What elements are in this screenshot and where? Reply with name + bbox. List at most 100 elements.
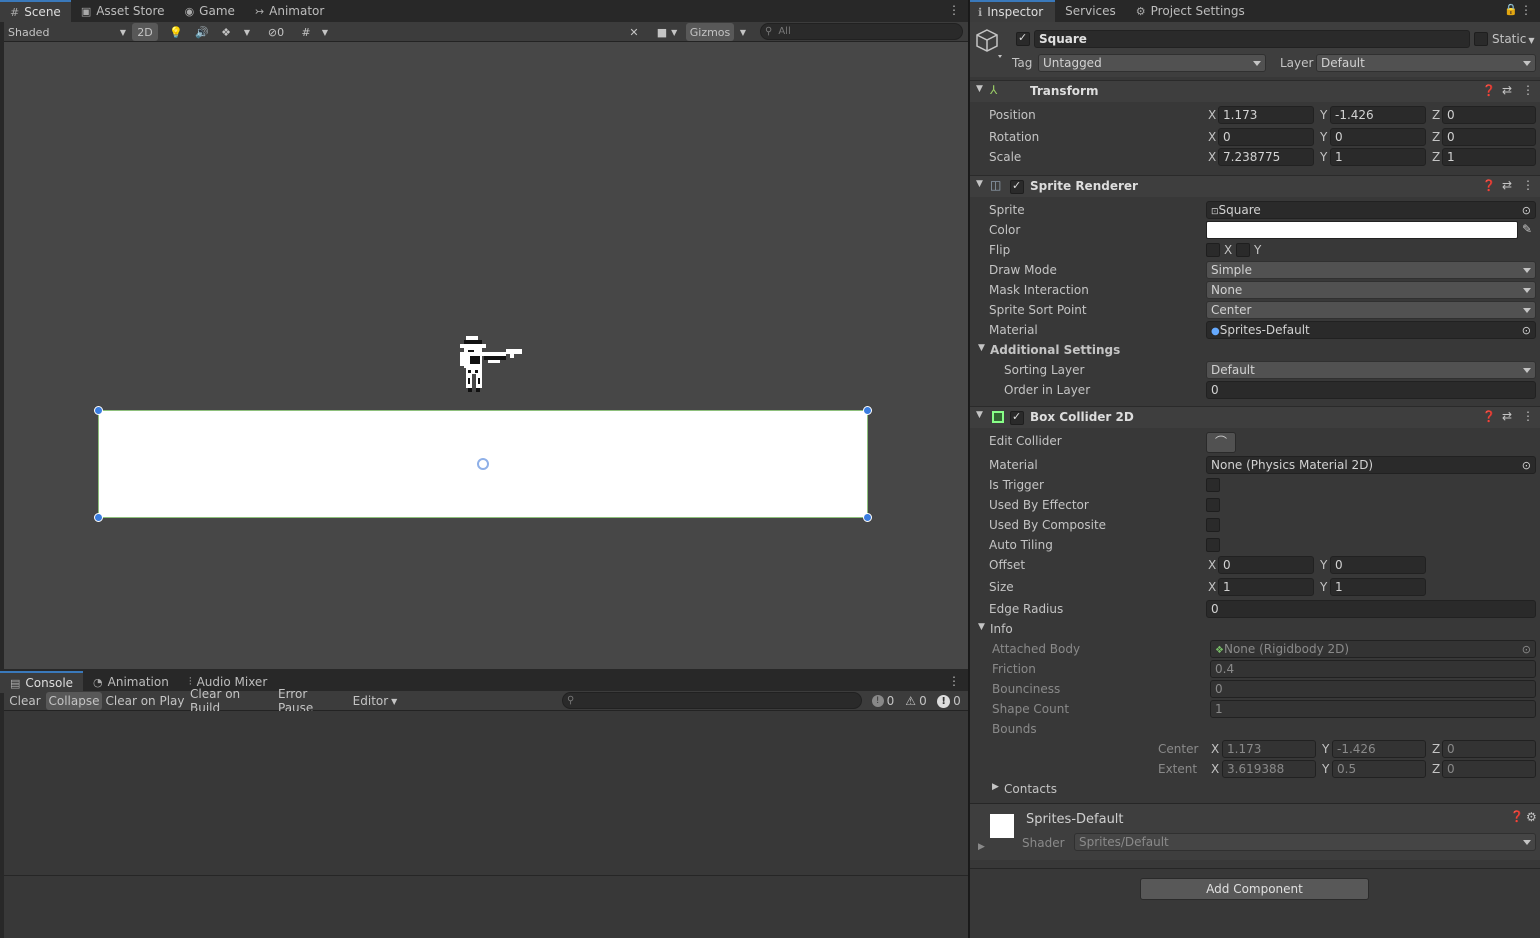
foldout-arrow-right-icon[interactable]: ▶ bbox=[992, 782, 999, 792]
more-options-icon[interactable]: ⋮ bbox=[948, 674, 960, 688]
tab-inspector[interactable]: ℹ Inspector bbox=[970, 0, 1056, 22]
clear-on-build-button[interactable]: Clear on Build bbox=[190, 687, 274, 715]
component-enabled-checkbox[interactable] bbox=[1010, 410, 1024, 425]
more-options-icon[interactable]: ⋮ bbox=[1522, 178, 1534, 192]
presets-icon[interactable]: ⇄ bbox=[1502, 178, 1512, 192]
clear-button[interactable]: Clear bbox=[6, 692, 44, 710]
physics-material-field[interactable]: None (Physics Material 2D) ⊙ bbox=[1206, 456, 1536, 474]
offset-x-field[interactable]: 0 bbox=[1218, 556, 1314, 574]
tab-project-settings[interactable]: ⚙ Project Settings bbox=[1126, 0, 1255, 22]
log-toggle[interactable]: ! 0 bbox=[868, 692, 898, 710]
tab-services[interactable]: Services bbox=[1055, 0, 1126, 22]
tab-scene[interactable]: # Scene bbox=[0, 0, 71, 22]
sprite-object-field[interactable]: ⊡Square ⊙ bbox=[1206, 201, 1536, 219]
position-z-field[interactable]: 0 bbox=[1442, 106, 1536, 124]
object-picker-icon[interactable]: ⊙ bbox=[1522, 459, 1531, 472]
editor-dropdown[interactable]: Editor ▼ bbox=[350, 692, 400, 710]
tag-dropdown[interactable]: Untagged bbox=[1038, 54, 1266, 72]
contacts-foldout[interactable]: Contacts bbox=[1004, 782, 1057, 796]
sprite-renderer-header[interactable]: ▼ ◫ Sprite Renderer ❓ ⇄ ⋮ bbox=[970, 175, 1540, 197]
mask-interaction-dropdown[interactable]: None bbox=[1206, 281, 1536, 299]
tab-animation[interactable]: ◔ Animation bbox=[83, 671, 179, 693]
additional-settings-foldout[interactable]: Additional Settings bbox=[990, 343, 1120, 357]
rect-handle-bottom-left[interactable] bbox=[94, 513, 103, 522]
add-component-button[interactable]: Add Component bbox=[1140, 878, 1369, 900]
position-y-field[interactable]: -1.426 bbox=[1330, 106, 1426, 124]
scale-x-field[interactable]: 7.238775 bbox=[1218, 148, 1314, 166]
collapse-button[interactable]: Collapse bbox=[46, 692, 102, 710]
more-options-icon[interactable]: ⋮ bbox=[1520, 3, 1532, 17]
material-object-field[interactable]: ●Sprites-Default ⊙ bbox=[1206, 321, 1536, 339]
error-pause-button[interactable]: Error Pause bbox=[278, 687, 346, 715]
foldout-arrow-icon[interactable]: ▼ bbox=[976, 179, 983, 189]
gameobject-cube-icon[interactable] bbox=[976, 28, 1004, 58]
rotation-y-field[interactable]: 0 bbox=[1330, 128, 1426, 146]
foldout-arrow-icon[interactable]: ▼ bbox=[976, 410, 983, 420]
box-collider-header[interactable]: ▼ Box Collider 2D ❓ ⇄ ⋮ bbox=[970, 406, 1540, 428]
lighting-icon[interactable]: 💡 bbox=[166, 23, 186, 41]
static-checkbox[interactable] bbox=[1474, 32, 1488, 46]
rotation-x-field[interactable]: 0 bbox=[1218, 128, 1314, 146]
camera-dropdown[interactable]: ■ ▼ bbox=[650, 23, 684, 41]
gizmos-button[interactable]: Gizmos bbox=[686, 23, 734, 41]
more-options-icon[interactable]: ⋮ bbox=[948, 3, 960, 17]
scale-y-field[interactable]: 1 bbox=[1330, 148, 1426, 166]
rect-handle-top-left[interactable] bbox=[94, 406, 103, 415]
sorting-layer-dropdown[interactable]: Default bbox=[1206, 361, 1536, 379]
rotation-z-field[interactable]: 0 bbox=[1442, 128, 1536, 146]
eyedropper-icon[interactable]: ✎ bbox=[1522, 222, 1532, 236]
size-x-field[interactable]: 1 bbox=[1218, 578, 1314, 596]
object-name-input[interactable]: Square bbox=[1034, 30, 1470, 48]
foldout-arrow-icon[interactable]: ▼ bbox=[976, 84, 983, 94]
error-toggle[interactable]: ! 0 bbox=[934, 692, 964, 710]
is-trigger-checkbox[interactable] bbox=[1206, 478, 1220, 492]
foldout-arrow-icon[interactable]: ▼ bbox=[978, 343, 985, 353]
layer-dropdown[interactable]: Default bbox=[1316, 54, 1536, 72]
pivot-handle[interactable] bbox=[477, 458, 489, 470]
more-options-icon[interactable]: ⋮ bbox=[1522, 409, 1534, 423]
warning-toggle[interactable]: ⚠ 0 bbox=[902, 692, 930, 710]
grid-icon[interactable]: # bbox=[296, 23, 316, 41]
tab-game[interactable]: ◉ Game bbox=[175, 0, 245, 22]
presets-icon[interactable]: ⇄ bbox=[1502, 409, 1512, 423]
tab-asset-store[interactable]: ▣ Asset Store bbox=[71, 0, 175, 22]
audio-icon[interactable]: 🔊 bbox=[192, 23, 212, 41]
offset-y-field[interactable]: 0 bbox=[1330, 556, 1426, 574]
scene-viewport[interactable] bbox=[4, 42, 968, 669]
tab-animator[interactable]: ↣ Animator bbox=[245, 0, 334, 22]
object-picker-icon[interactable]: ⊙ bbox=[1522, 204, 1531, 217]
gear-icon[interactable]: ⚙ bbox=[1526, 810, 1537, 824]
hidden-objects-toggle[interactable]: ⊘ 0 bbox=[260, 23, 292, 41]
size-y-field[interactable]: 1 bbox=[1330, 578, 1426, 596]
clear-on-play-button[interactable]: Clear on Play bbox=[104, 692, 186, 710]
console-log-list[interactable] bbox=[4, 711, 968, 875]
lock-icon[interactable]: 🔒 bbox=[1504, 3, 1518, 16]
edge-radius-field[interactable]: 0 bbox=[1206, 600, 1536, 618]
position-x-field[interactable]: 1.173 bbox=[1218, 106, 1314, 124]
presets-icon[interactable]: ⇄ bbox=[1502, 83, 1512, 97]
used-by-effector-checkbox[interactable] bbox=[1206, 498, 1220, 512]
scale-z-field[interactable]: 1 bbox=[1442, 148, 1536, 166]
tab-console[interactable]: ▤ Console bbox=[0, 671, 84, 693]
chevron-down-icon[interactable]: ▼ bbox=[240, 23, 254, 41]
edit-collider-button[interactable]: ⌒ bbox=[1206, 432, 1236, 453]
order-in-layer-field[interactable]: 0 bbox=[1206, 381, 1536, 399]
tools-icon[interactable]: ✕ bbox=[624, 23, 644, 41]
effects-icon[interactable]: ❖ bbox=[216, 23, 236, 41]
help-icon[interactable]: ❓ bbox=[1482, 179, 1496, 192]
help-icon[interactable]: ❓ bbox=[1482, 410, 1496, 423]
flip-x-checkbox[interactable] bbox=[1206, 243, 1220, 257]
static-dropdown[interactable]: Static ▼ bbox=[1492, 32, 1534, 46]
flip-y-checkbox[interactable] bbox=[1236, 243, 1250, 257]
help-icon[interactable]: ❓ bbox=[1510, 810, 1524, 823]
component-enabled-checkbox[interactable] bbox=[1010, 179, 1024, 194]
player-sprite[interactable] bbox=[454, 334, 526, 398]
object-picker-icon[interactable]: ⊙ bbox=[1522, 324, 1531, 337]
color-swatch[interactable] bbox=[1206, 221, 1518, 239]
auto-tiling-checkbox[interactable] bbox=[1206, 538, 1220, 552]
rect-handle-bottom-right[interactable] bbox=[863, 513, 872, 522]
scene-search-input[interactable]: ⚲ All bbox=[760, 23, 963, 40]
draw-mode-dropdown[interactable]: Simple bbox=[1206, 261, 1536, 279]
shading-mode-dropdown[interactable]: Shaded ▼ bbox=[8, 23, 126, 41]
transform-header[interactable]: ▼ ⅄ Transform ❓ ⇄ ⋮ bbox=[970, 80, 1540, 102]
